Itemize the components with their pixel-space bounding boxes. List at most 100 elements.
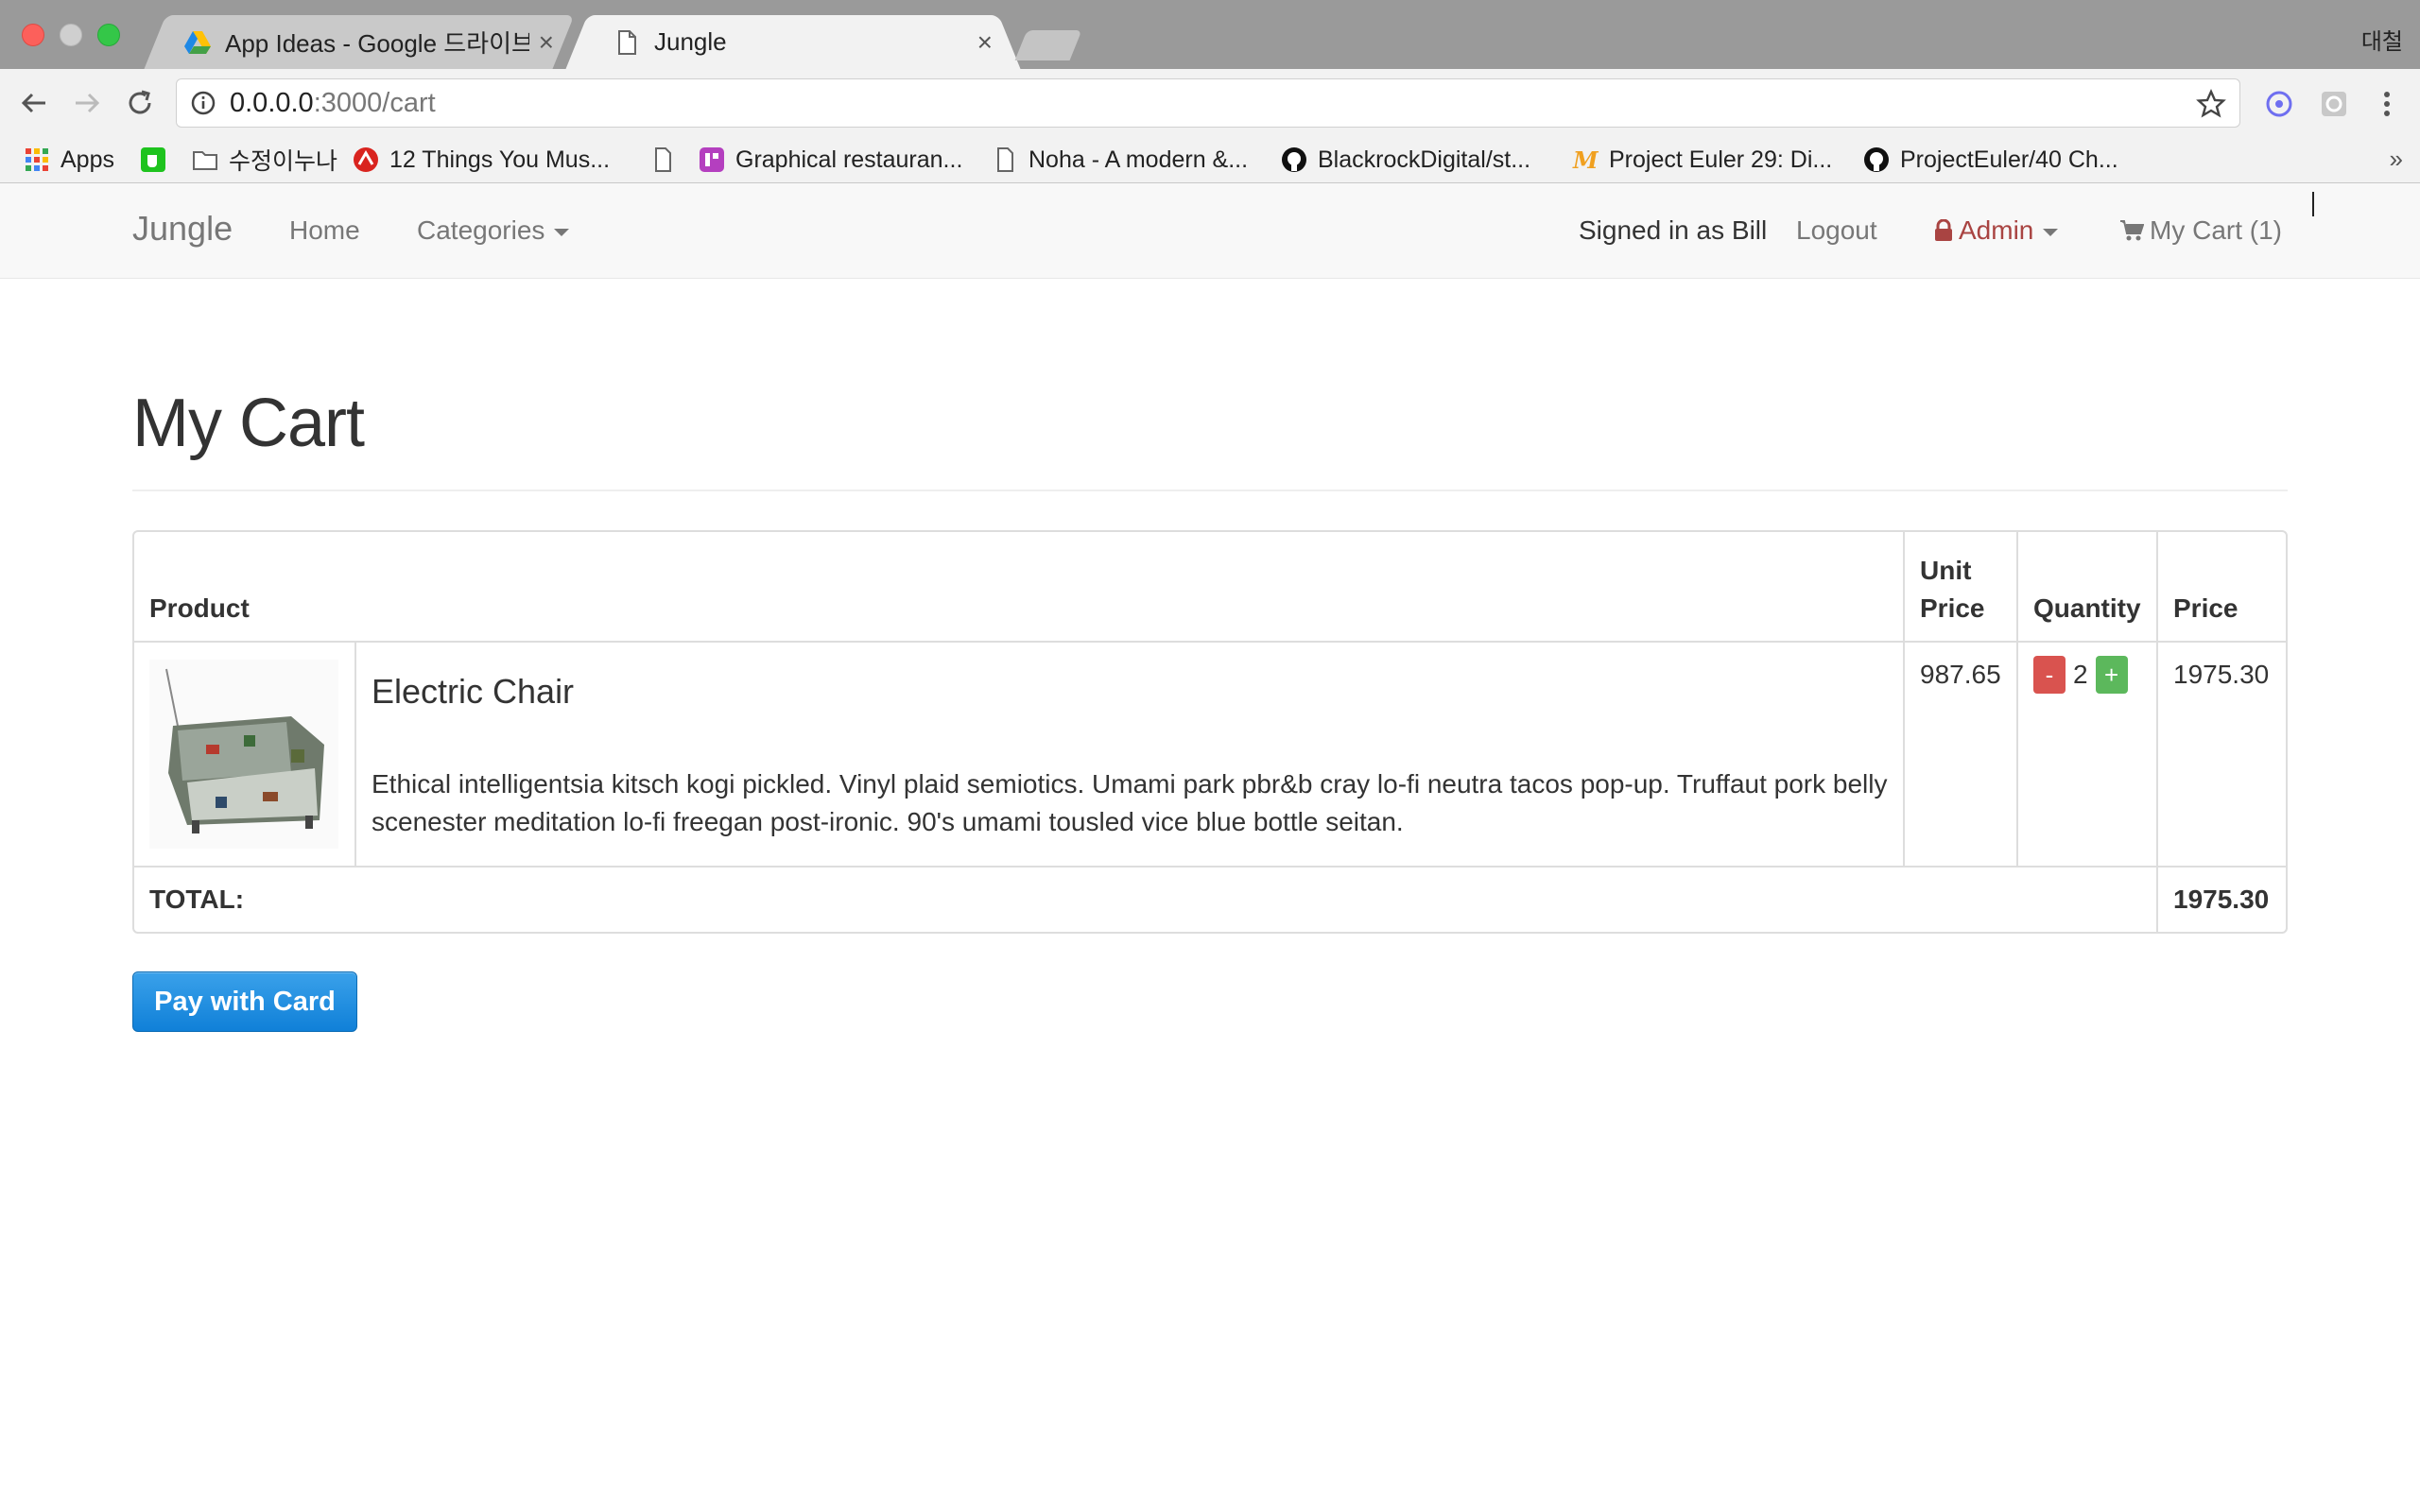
pay-with-card-button[interactable]: Pay with Card (132, 971, 357, 1032)
browser-titlebar: App Ideas - Google 드라이브 × Jungle × 대철 (0, 0, 2420, 69)
bookmark-project-euler-29[interactable]: M Project Euler 29: Di... (1571, 143, 1832, 177)
forward-button[interactable] (66, 82, 108, 124)
nav-home-link[interactable]: Home (289, 215, 360, 246)
tab-title: App Ideas - Google 드라이브 (225, 29, 529, 58)
bookmark-label: 수정이누나 (229, 148, 338, 175)
product-image-cell (134, 641, 354, 866)
categories-label: Categories (417, 215, 545, 245)
bookmark-folder[interactable]: 수정이누나 (191, 143, 337, 177)
bookmark-label: 12 Things You Mus... (389, 146, 611, 173)
extension-circle-icon[interactable] (2263, 88, 2295, 120)
info-icon[interactable] (190, 90, 216, 116)
bookmarks-overflow-button[interactable]: » (2390, 145, 2403, 174)
brand-link[interactable]: Jungle (132, 209, 233, 249)
page-header: My Cart (132, 389, 2288, 491)
folder-icon (193, 151, 217, 170)
cart-label: My Cart (1) (2150, 215, 2282, 245)
bookmark-green-cup[interactable] (139, 143, 177, 177)
product-image[interactable] (149, 660, 338, 849)
shopping-cart-icon (2120, 220, 2145, 241)
cart-table-header-row: Product Unit Price Quantity Price (134, 532, 2286, 641)
extension-gear-icon[interactable] (2318, 88, 2350, 120)
menu-kebab-icon[interactable] (2371, 88, 2403, 120)
orange-m-icon: M (1572, 146, 1599, 174)
profile-name[interactable]: 대철 (2361, 23, 2403, 56)
bookmark-label: Graphical restauran... (735, 146, 963, 173)
cart-table: Product Unit Price Quantity Price Electr… (132, 530, 2288, 934)
product-description-cell: Electric Chair Ethical intelligentsia ki… (354, 641, 1903, 866)
tab-title: Jungle (654, 27, 727, 56)
tab-close-icon[interactable]: × (977, 27, 993, 58)
nav-categories-dropdown[interactable]: Categories (417, 215, 570, 246)
quantity-value: 2 (2073, 660, 2088, 689)
bookmark-label: BlackrockDigital/st... (1318, 146, 1531, 173)
product-name: Electric Chair (372, 672, 575, 711)
reload-icon (129, 90, 151, 114)
bookmark-12-things[interactable]: 12 Things You Mus... (352, 143, 610, 177)
caret-down-icon (554, 228, 570, 236)
new-tab-button[interactable] (1014, 30, 1082, 60)
bookmark-graphical-restaurant[interactable]: Graphical restauran... (698, 143, 962, 177)
url-text: 0.0.0.0:3000/cart (230, 87, 436, 118)
header-quantity: Quantity (2016, 532, 2156, 641)
caret-down-icon (2043, 228, 2059, 236)
address-bar[interactable]: 0.0.0.0:3000/cart (176, 78, 2240, 128)
site-navbar: Jungle Home Categories Signed in as Bill… (0, 183, 2420, 279)
browser-toolbar: 0.0.0.0:3000/cart (0, 69, 2420, 137)
purple-app-icon (700, 147, 724, 172)
bookmark-apps[interactable]: Apps (23, 143, 114, 177)
green-cup-icon (141, 147, 165, 172)
header-price: Price (2156, 532, 2286, 641)
quantity-stepper: - 2 + (2033, 656, 2141, 694)
text-cursor (2312, 192, 2314, 216)
unit-price-cell: 987.65 (1903, 641, 2016, 866)
red-logo-icon (354, 147, 378, 172)
github-icon (1282, 147, 1306, 172)
nav-logout-link[interactable]: Logout (1796, 215, 1877, 246)
price-cell: 1975.30 (2156, 641, 2286, 866)
page-title: My Cart (132, 386, 365, 461)
page-icon (997, 147, 1013, 172)
nav-admin-dropdown[interactable]: Admin (1934, 215, 2059, 246)
bookmark-projecteuler-40[interactable]: ProjectEuler/40 Ch... (1862, 143, 2118, 177)
total-row: TOTAL: 1975.30 (134, 866, 2286, 932)
back-arrow-icon (21, 93, 45, 113)
table-row: Electric Chair Ethical intelligentsia ki… (134, 641, 2286, 866)
back-button[interactable] (13, 82, 55, 124)
apps-grid-icon (26, 148, 48, 171)
browser-tab-jungle[interactable]: Jungle × (565, 15, 1021, 69)
bookmark-label: Project Euler 29: Di... (1609, 146, 1833, 173)
page-icon (655, 147, 671, 172)
browser-tab-app-ideas[interactable]: App Ideas - Google 드라이브 × (142, 15, 577, 69)
main-container: My Cart Product Unit Price Quantity Pric… (132, 279, 2288, 1032)
bookmark-blackrockdigital[interactable]: BlackrockDigital/st... (1280, 143, 1530, 177)
decrease-quantity-button[interactable]: - (2033, 656, 2066, 694)
forward-arrow-icon (76, 93, 100, 113)
admin-label: Admin (1959, 215, 2034, 245)
window-maximize-button[interactable] (97, 24, 120, 46)
bookmark-label: Noha - A modern &... (1028, 146, 1249, 173)
header-unit-price: Unit Price (1903, 532, 2016, 641)
lock-icon (1935, 218, 1952, 241)
total-label: TOTAL: (134, 866, 2156, 932)
reload-button[interactable] (119, 82, 161, 124)
svg-text:M: M (1572, 146, 1599, 174)
bookmark-label: Apps (60, 146, 114, 173)
bookmark-star-icon[interactable] (2196, 89, 2226, 119)
window-minimize-button[interactable] (60, 24, 82, 46)
github-icon (1864, 147, 1889, 172)
bookmarks-bar: Apps 수정이누나 12 Things You Mus... Graphica… (0, 137, 2420, 183)
product-description: Ethical intelligentsia kitsch kogi pickl… (372, 769, 1888, 836)
total-value: 1975.30 (2156, 866, 2286, 932)
window-close-button[interactable] (22, 24, 44, 46)
increase-quantity-button[interactable]: + (2095, 656, 2128, 694)
quantity-cell: - 2 + (2016, 641, 2156, 866)
bookmark-label: ProjectEuler/40 Ch... (1900, 146, 2118, 173)
nav-my-cart-link[interactable]: My Cart (1) (2119, 215, 2282, 246)
page-icon (618, 29, 636, 55)
bookmark-page[interactable] (648, 143, 686, 177)
signed-in-text: Signed in as Bill (1579, 215, 1768, 245)
bookmark-noha[interactable]: Noha - A modern &... (991, 143, 1248, 177)
tab-close-icon[interactable]: × (539, 27, 554, 58)
google-drive-icon (184, 30, 211, 54)
